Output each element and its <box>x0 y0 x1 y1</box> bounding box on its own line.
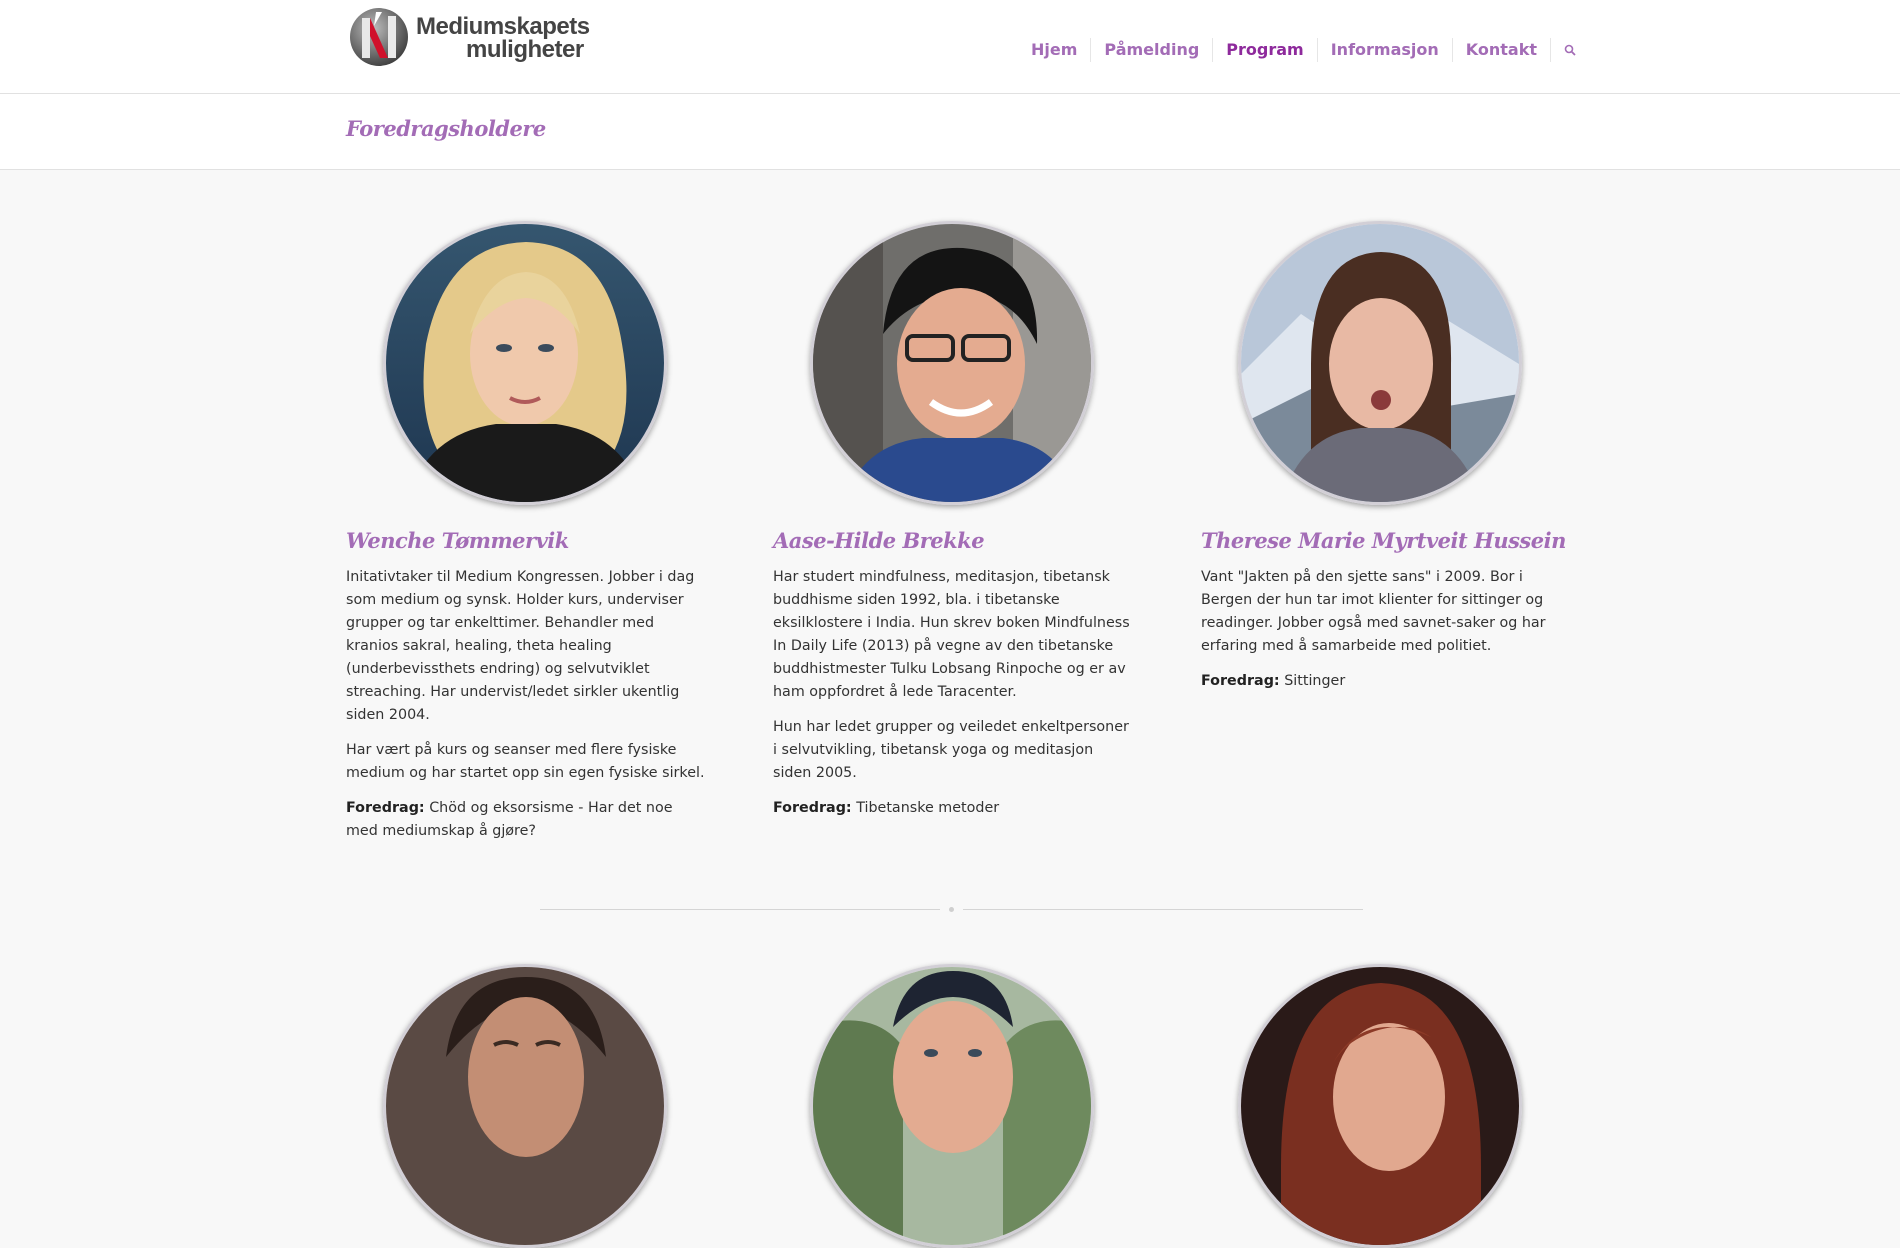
nav-item-kontakt[interactable]: Kontakt <box>1451 38 1550 62</box>
speaker-name: Aase-Hilde Brekke <box>773 528 985 553</box>
site-header: Mediumskapets muligheter Hjem Påmelding … <box>0 0 1900 94</box>
section-divider <box>963 909 1363 910</box>
bio-paragraph: Har vært på kurs og seanser med flere fy… <box>346 742 705 781</box>
bio-paragraph: Har studert mindfulness, meditasjon, tib… <box>773 569 1130 700</box>
bio-paragraph: Hun har ledet grupper og veiledet enkelt… <box>773 719 1129 781</box>
speaker-photo-row2-3 <box>1238 964 1522 1248</box>
site-logo[interactable]: Mediumskapets muligheter <box>348 4 590 68</box>
nav-item-pamelding[interactable]: Påmelding <box>1090 38 1212 62</box>
talk-title: Tibetanske metoder <box>856 800 1000 816</box>
speaker-photo-row2-1 <box>383 964 667 1248</box>
portrait-image <box>386 224 664 502</box>
portrait-image <box>813 967 1091 1245</box>
talk-line: Foredrag: Sittinger <box>1201 670 1563 693</box>
talk-line: Foredrag: Tibetanske metoder <box>773 797 1135 820</box>
portrait-image <box>813 224 1091 502</box>
nav-item-program[interactable]: Program <box>1212 38 1316 62</box>
logo-text-line2: muligheter <box>466 36 584 63</box>
nav-search-button[interactable] <box>1550 38 1576 62</box>
search-icon <box>1564 44 1576 56</box>
speaker-photo-aase-hilde <box>810 221 1094 505</box>
main-nav: Hjem Påmelding Program Informasjon Konta… <box>1018 38 1576 62</box>
page-title-bar: Foredragsholdere <box>0 94 1900 170</box>
nav-item-informasjon[interactable]: Informasjon <box>1316 38 1452 62</box>
page-title: Foredragsholdere <box>346 116 546 141</box>
section-divider <box>540 909 940 910</box>
talk-label: Foredrag: <box>1201 673 1280 689</box>
portrait-image <box>1241 967 1519 1245</box>
divider-dot <box>949 907 954 912</box>
speaker-bio: Initativtaker til Medium Kongressen. Job… <box>346 566 708 855</box>
talk-label: Foredrag: <box>773 800 852 816</box>
talk-title: Sittinger <box>1284 673 1346 689</box>
talk-line: Foredrag: Chöd og eksorsisme - Har det n… <box>346 797 708 843</box>
bio-paragraph: Initativtaker til Medium Kongressen. Job… <box>346 569 695 723</box>
speaker-name: Wenche Tømmervik <box>346 528 569 553</box>
speaker-photo-therese <box>1238 221 1522 505</box>
speaker-bio: Vant "Jakten på den sjette sans" i 2009.… <box>1201 566 1563 705</box>
speaker-photo-wenche <box>383 221 667 505</box>
portrait-image <box>1241 224 1519 502</box>
speaker-bio: Har studert mindfulness, meditasjon, tib… <box>773 566 1135 832</box>
portrait-image <box>386 967 664 1245</box>
logo-emblem-icon <box>350 8 408 66</box>
talk-label: Foredrag: <box>346 800 425 816</box>
speaker-name: Therese Marie Myrtveit Hussein <box>1201 528 1566 553</box>
bio-paragraph: Vant "Jakten på den sjette sans" i 2009.… <box>1201 569 1546 654</box>
nav-item-hjem[interactable]: Hjem <box>1018 38 1090 62</box>
speaker-photo-row2-2 <box>810 964 1094 1248</box>
